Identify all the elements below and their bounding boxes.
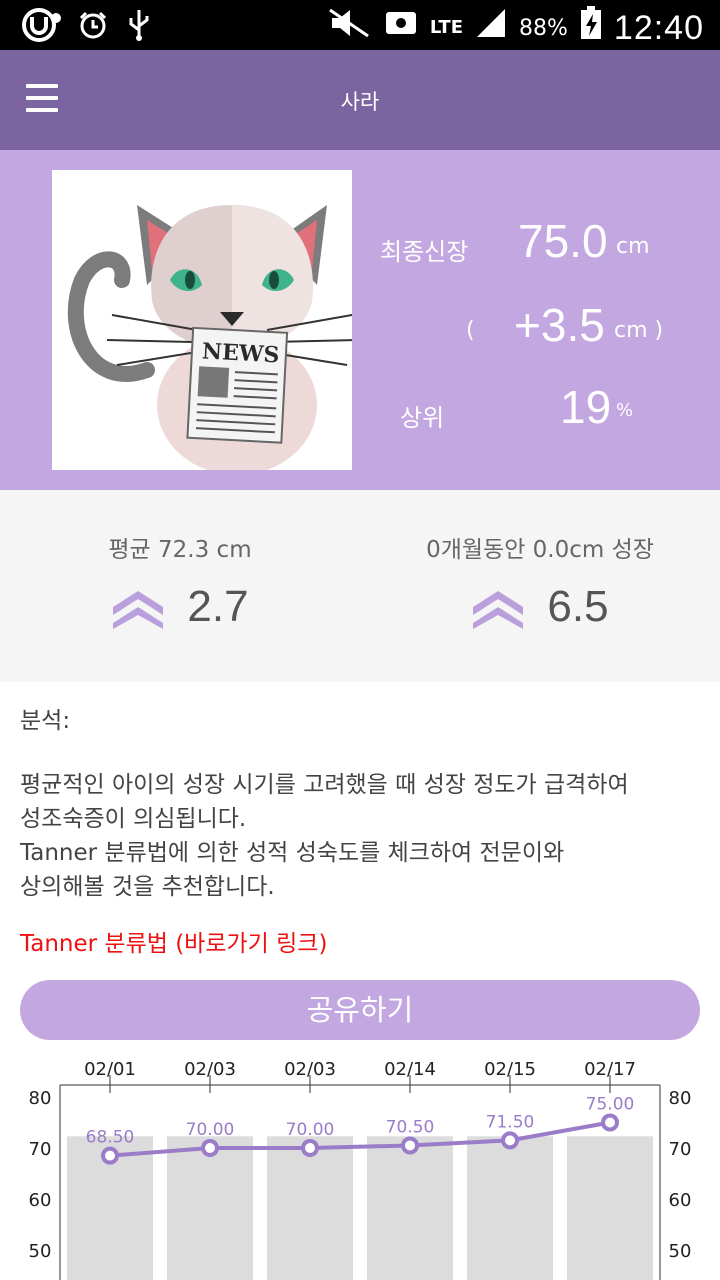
lte-indicator: LTE xyxy=(429,17,463,38)
analysis-heading: 분석: xyxy=(20,708,71,734)
x-tick-label: 02/03 xyxy=(284,1059,336,1080)
carrier-u-icon xyxy=(22,8,62,52)
bar xyxy=(467,1136,553,1280)
final-height-label: 최종신장 xyxy=(380,238,469,266)
y-tick-label-left: 80 xyxy=(29,1088,52,1109)
tanner-link[interactable]: Tanner 분류법 (바로가기 링크) xyxy=(20,924,327,958)
status-bar: LTE 88% 12:40 xyxy=(0,0,720,50)
y-tick-label-right: 50 xyxy=(669,1241,692,1262)
bar xyxy=(167,1136,253,1280)
y-tick-label-left: 70 xyxy=(29,1139,52,1160)
line-point xyxy=(401,1136,419,1155)
rank-value: 19 xyxy=(560,381,612,433)
app-bar: 사라 xyxy=(0,50,720,150)
average-caption: 평균 72.3 cm xyxy=(108,537,252,563)
line-value-label: 70.00 xyxy=(286,1120,335,1140)
newspaper-title: NEWS xyxy=(201,338,280,368)
final-height-unit: cm xyxy=(616,234,650,259)
line-point xyxy=(101,1146,119,1165)
line-value-label: 70.50 xyxy=(386,1117,435,1137)
bar xyxy=(267,1136,353,1280)
line-point xyxy=(601,1113,619,1132)
signal-icon xyxy=(384,8,418,48)
growth-chart: 80 8070 7060 6050 5002/0172.3002/0372.3002/0… xyxy=(29,1059,692,1280)
y-tick-label-right: 60 xyxy=(669,1190,692,1211)
double-chevron-up-icon xyxy=(473,591,524,629)
y-tick-label-left: 50 xyxy=(29,1241,52,1262)
line-value-label: 71.50 xyxy=(486,1112,535,1132)
x-tick-label: 02/14 xyxy=(384,1059,436,1080)
x-tick-label: 02/17 xyxy=(584,1059,636,1080)
line-value-label: 70.00 xyxy=(186,1120,235,1140)
page-title: 사라 xyxy=(340,90,380,114)
double-chevron-up-icon xyxy=(113,591,164,629)
mute-icon xyxy=(328,8,372,48)
y-tick-label-left: 60 xyxy=(29,1190,52,1211)
final-height-value: 75.0 xyxy=(518,215,608,267)
x-tick-label: 02/15 xyxy=(484,1059,536,1080)
alarm-icon xyxy=(78,10,108,50)
line-point xyxy=(201,1139,219,1157)
diff-open-paren: ( xyxy=(466,318,475,343)
rank-unit: % xyxy=(616,400,634,421)
analysis-line: Tanner 분류법에 의한 성적 성숙도를 체크하여 전문이와 xyxy=(20,840,565,866)
rank-label: 상위 xyxy=(400,404,445,432)
line-value-label: 68.50 xyxy=(86,1128,135,1148)
usb-icon xyxy=(124,8,154,52)
line-point xyxy=(301,1139,319,1157)
y-tick-label-right: 70 xyxy=(669,1139,692,1160)
period-growth-value: 6.5 xyxy=(547,582,609,631)
share-button[interactable]: 공유하기 xyxy=(20,980,700,1040)
avatar[interactable]: NEWS xyxy=(52,170,358,475)
period-growth-column: 0개월동안 0.0cm 성장 6.5 xyxy=(360,530,720,632)
line-value-label: 75.00 xyxy=(586,1095,635,1115)
height-diff-value: +3.5 xyxy=(514,299,605,351)
average-diff-value: 2.7 xyxy=(187,582,249,631)
analysis-section: 분석: 평균적인 아이의 성장 시기를 고려했을 때 성장 정도가 급격하여 성… xyxy=(20,704,700,904)
growth-summary: 평균 72.3 cm 2.7 0개월동안 0.0cm 성장 6.5 xyxy=(0,490,720,682)
bar xyxy=(367,1136,453,1280)
analysis-line: 성조숙증이 의심됩니다. xyxy=(20,806,247,832)
profile-hero: NEWS 최종신장 75.0 cm ( +3.5 cm ) 상위 19 % xyxy=(0,150,720,490)
x-tick-label: 02/01 xyxy=(84,1059,136,1080)
period-growth-caption: 0개월동안 0.0cm 성장 xyxy=(426,537,654,563)
bar xyxy=(567,1136,653,1280)
x-tick-label: 02/03 xyxy=(184,1059,236,1080)
y-tick-label-right: 80 xyxy=(669,1088,692,1109)
cat-newspaper-icon: NEWS xyxy=(67,205,358,475)
analysis-line: 평균적인 아이의 성장 시기를 고려했을 때 성장 정도가 급격하여 xyxy=(20,772,629,798)
analysis-line: 상의해볼 것을 추천합니다. xyxy=(20,874,275,900)
cell-signal-icon xyxy=(475,7,507,49)
height-diff-unit: cm ) xyxy=(614,318,664,343)
battery-charging-icon xyxy=(580,6,602,50)
line-point xyxy=(501,1131,519,1150)
average-column: 평균 72.3 cm 2.7 xyxy=(0,530,360,632)
battery-percent: 88% xyxy=(519,15,568,41)
clock: 12:40 xyxy=(613,8,704,47)
